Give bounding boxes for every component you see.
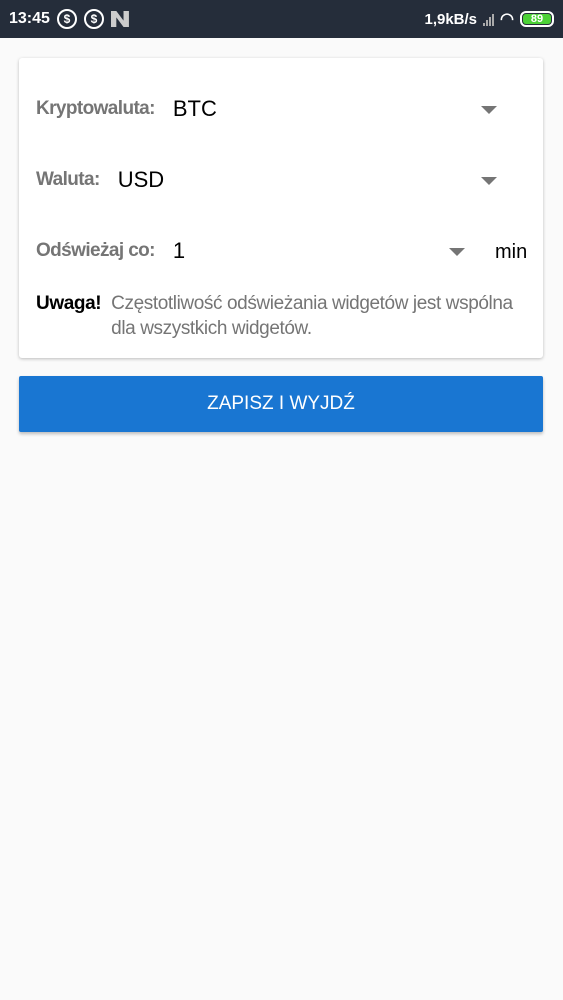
net-speed: 1,9kB/s <box>424 10 478 28</box>
crypto-label: Kryptowaluta: <box>36 98 155 119</box>
status-bar: 13:45 $ $ 1,9kB/s ◠ 89 <box>0 0 563 38</box>
save-and-exit-button[interactable]: ZAPISZ I WYJDŹ <box>19 376 543 432</box>
refresh-select[interactable]: Odświeżaj co: 1 <box>36 238 185 264</box>
currency-value: USD <box>117 167 165 192</box>
battery-icon: 89 <box>520 11 554 27</box>
refresh-value: 1 <box>172 238 186 263</box>
signal-icon <box>483 12 495 26</box>
battery-level: 89 <box>523 14 551 25</box>
wifi-icon: ◠ <box>500 11 514 28</box>
chevron-down-icon[interactable] <box>481 106 497 114</box>
note-text: Częstotliwość odświeżania widgetów jest … <box>111 293 513 339</box>
dollar-icon: $ <box>83 9 104 29</box>
clock: 13:45 <box>9 10 50 27</box>
chevron-down-icon[interactable] <box>449 248 465 256</box>
currency-select[interactable]: Waluta: USD <box>36 167 164 193</box>
crypto-value: BTC <box>172 96 217 121</box>
refresh-label: Odświeżaj co: <box>36 240 156 261</box>
note-title: Uwaga! <box>36 293 102 314</box>
note: Uwaga! Częstotliwość odświeżania widgetó… <box>36 291 516 341</box>
settings-card: Kryptowaluta: BTC Waluta: USD Odświeżaj … <box>19 58 543 358</box>
currency-label: Waluta: <box>36 169 100 190</box>
refresh-unit: min <box>495 241 528 263</box>
dollar-icon: $ <box>56 9 77 29</box>
n-icon <box>110 11 129 27</box>
chevron-down-icon[interactable] <box>481 177 497 185</box>
crypto-select[interactable]: Kryptowaluta: BTC <box>36 96 217 122</box>
